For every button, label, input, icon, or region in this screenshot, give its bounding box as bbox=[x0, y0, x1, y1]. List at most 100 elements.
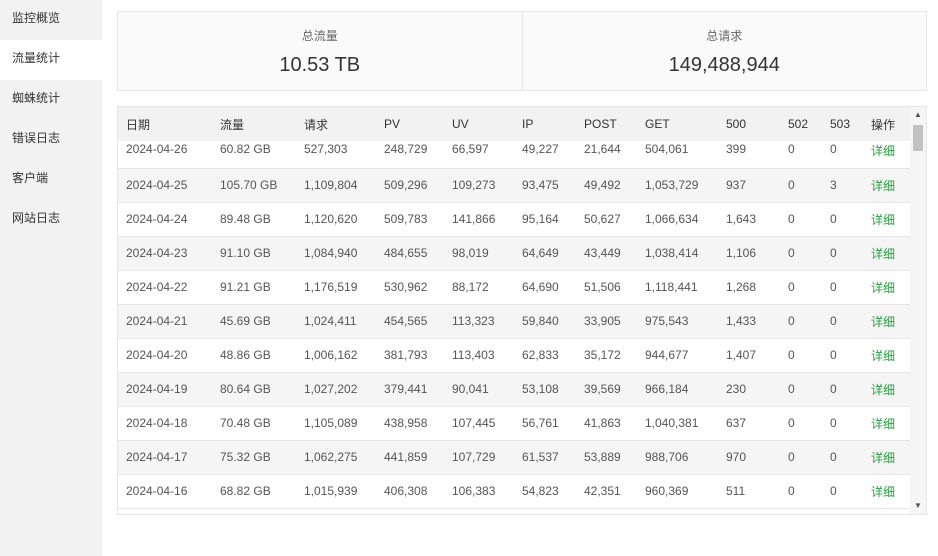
detail-link[interactable]: 详细 bbox=[863, 141, 911, 168]
cell-status-502: 0 bbox=[788, 484, 795, 498]
cell-ip: 62,833 bbox=[522, 348, 559, 362]
cell-status-503: 0 bbox=[830, 314, 837, 328]
scrollbar-thumb[interactable] bbox=[913, 125, 923, 151]
cell-status-503: 0 bbox=[830, 212, 837, 226]
sidebar-item-spider-stats[interactable]: 蜘蛛统计 bbox=[0, 80, 102, 120]
cell-requests: 1,084,940 bbox=[304, 246, 358, 260]
cell-uv: 113,323 bbox=[452, 314, 495, 328]
total-requests-value: 149,488,944 bbox=[668, 54, 780, 76]
cell-date: 2024-04-22 bbox=[126, 280, 188, 294]
detail-link[interactable]: 详细 bbox=[863, 474, 911, 508]
cell-date: 2024-04-24 bbox=[126, 212, 188, 226]
column-header: POST bbox=[584, 117, 617, 131]
traffic-table-container[interactable]: 日期 流量 请求 PV UV IP POST GET 500 502 503 操作 2024-04-2… bbox=[117, 106, 927, 515]
cell-status-500: 399 bbox=[726, 142, 747, 156]
table-row: 2024-04-16 68.82 GB 1,015,939 406,308 106,38… bbox=[118, 474, 911, 508]
detail-link[interactable]: 详细 bbox=[863, 304, 911, 338]
cell-status-502: 0 bbox=[788, 142, 795, 156]
detail-link[interactable]: 详细 bbox=[863, 338, 911, 372]
cell-get: 988,706 bbox=[645, 450, 689, 464]
cell-requests: 1,176,519 bbox=[304, 280, 358, 294]
sidebar-item-traffic-stats[interactable]: 流量统计 bbox=[0, 40, 102, 80]
cell-post: 43,449 bbox=[584, 246, 621, 260]
sidebar-item-client[interactable]: 客户端 bbox=[0, 160, 102, 200]
cell-pv: 379,441 bbox=[384, 382, 428, 396]
sidebar-item-error-log[interactable]: 错误日志 bbox=[0, 120, 102, 160]
cell-get: 1,040,381 bbox=[645, 416, 699, 430]
cell-status-503: 0 bbox=[830, 246, 837, 260]
cell-status-500: 1,268 bbox=[726, 280, 757, 294]
cell-pv: 484,655 bbox=[384, 246, 428, 260]
cell-status-502: 0 bbox=[788, 382, 795, 396]
detail-link[interactable]: 详细 bbox=[863, 202, 911, 236]
cell-status-500: 970 bbox=[726, 450, 747, 464]
cell-ip: 59,840 bbox=[522, 314, 559, 328]
detail-link[interactable]: 详细 bbox=[863, 168, 911, 202]
cell-traffic: 89.48 GB bbox=[220, 212, 271, 226]
sidebar-nav: 监控概览 流量统计 蜘蛛统计 错误日志 客户端 网站日志 bbox=[0, 0, 102, 556]
column-header: 503 bbox=[830, 117, 851, 131]
cell-requests: 1,105,089 bbox=[304, 416, 358, 430]
column-header: 请求 bbox=[304, 117, 329, 132]
cell-get: 504,061 bbox=[645, 142, 689, 156]
cell-status-503: 0 bbox=[830, 450, 837, 464]
scroll-up-arrow-icon[interactable]: ▲ bbox=[910, 107, 926, 123]
cell-post: 51,506 bbox=[584, 280, 621, 294]
detail-link[interactable]: 详细 bbox=[863, 236, 911, 270]
cell-status-500: 1,433 bbox=[726, 314, 757, 328]
cell-traffic: 70.48 GB bbox=[220, 416, 271, 430]
cell-get: 944,677 bbox=[645, 348, 689, 362]
column-header: 502 bbox=[788, 117, 809, 131]
cell-get: 960,369 bbox=[645, 484, 689, 498]
cell-uv: 66,597 bbox=[452, 142, 489, 156]
cell-get: 1,066,634 bbox=[645, 212, 699, 226]
cell-post: 33,905 bbox=[584, 314, 621, 328]
detail-link[interactable]: 详细 bbox=[863, 406, 911, 440]
main-content: 总流量 10.53 TB 总请求 149,488,944 日期 流量 请求 PV UV I… bbox=[102, 0, 938, 556]
total-requests-card: 总请求 149,488,944 bbox=[521, 12, 927, 90]
detail-link[interactable]: 详细 bbox=[863, 440, 911, 474]
cell-get: 1,053,729 bbox=[645, 178, 699, 192]
cell-pv: 441,859 bbox=[384, 450, 428, 464]
cell-status-503: 0 bbox=[830, 142, 837, 156]
cell-ip: 64,690 bbox=[522, 280, 559, 294]
cell-status-502: 0 bbox=[788, 280, 795, 294]
cell-ip: 93,475 bbox=[522, 178, 559, 192]
cell-traffic: 105.70 GB bbox=[220, 178, 278, 192]
cell-requests: 527,303 bbox=[304, 142, 348, 156]
sidebar-item-monitor-overview[interactable]: 监控概览 bbox=[0, 0, 102, 40]
cell-status-502: 0 bbox=[788, 416, 795, 430]
traffic-table: 日期 流量 请求 PV UV IP POST GET 500 502 503 操作 2024-04-2… bbox=[118, 107, 911, 509]
cell-post: 53,889 bbox=[584, 450, 621, 464]
table-row: 2024-04-17 75.32 GB 1,062,275 441,859 107,72… bbox=[118, 440, 911, 474]
cell-requests: 1,015,939 bbox=[304, 484, 358, 498]
cell-status-502: 0 bbox=[788, 178, 795, 192]
detail-link[interactable]: 详细 bbox=[863, 270, 911, 304]
cell-pv: 248,729 bbox=[384, 142, 428, 156]
cell-status-503: 0 bbox=[830, 382, 837, 396]
table-row: 2024-04-26 60.82 GB 527,303 248,729 66,597 49… bbox=[118, 141, 911, 168]
cell-pv: 406,308 bbox=[384, 484, 428, 498]
table-row: 2024-04-23 91.10 GB 1,084,940 484,655 98,019… bbox=[118, 236, 911, 270]
cell-pv: 530,962 bbox=[384, 280, 428, 294]
scroll-down-arrow-icon[interactable]: ▼ bbox=[910, 498, 926, 514]
table-row: 2024-04-18 70.48 GB 1,105,089 438,958 107,44… bbox=[118, 406, 911, 440]
cell-get: 1,118,441 bbox=[645, 280, 698, 294]
cell-requests: 1,027,202 bbox=[304, 382, 358, 396]
detail-link[interactable]: 详细 bbox=[863, 372, 911, 406]
cell-date: 2024-04-21 bbox=[126, 314, 188, 328]
cell-status-502: 0 bbox=[788, 450, 795, 464]
sidebar-item-site-log[interactable]: 网站日志 bbox=[0, 200, 102, 240]
cell-uv: 106,383 bbox=[452, 484, 496, 498]
cell-pv: 509,296 bbox=[384, 178, 428, 192]
cell-requests: 1,024,411 bbox=[304, 314, 357, 328]
summary-panel: 总流量 10.53 TB 总请求 149,488,944 bbox=[117, 11, 927, 91]
table-scrollbar[interactable]: ▲ ▼ bbox=[910, 107, 926, 514]
cell-get: 966,184 bbox=[645, 382, 689, 396]
cell-pv: 381,793 bbox=[384, 348, 428, 362]
cell-status-502: 0 bbox=[788, 314, 795, 328]
cell-ip: 95,164 bbox=[522, 212, 559, 226]
cell-ip: 49,227 bbox=[522, 142, 559, 156]
cell-post: 49,492 bbox=[584, 178, 621, 192]
table-row: 2024-04-24 89.48 GB 1,120,620 509,783 141,86… bbox=[118, 202, 911, 236]
